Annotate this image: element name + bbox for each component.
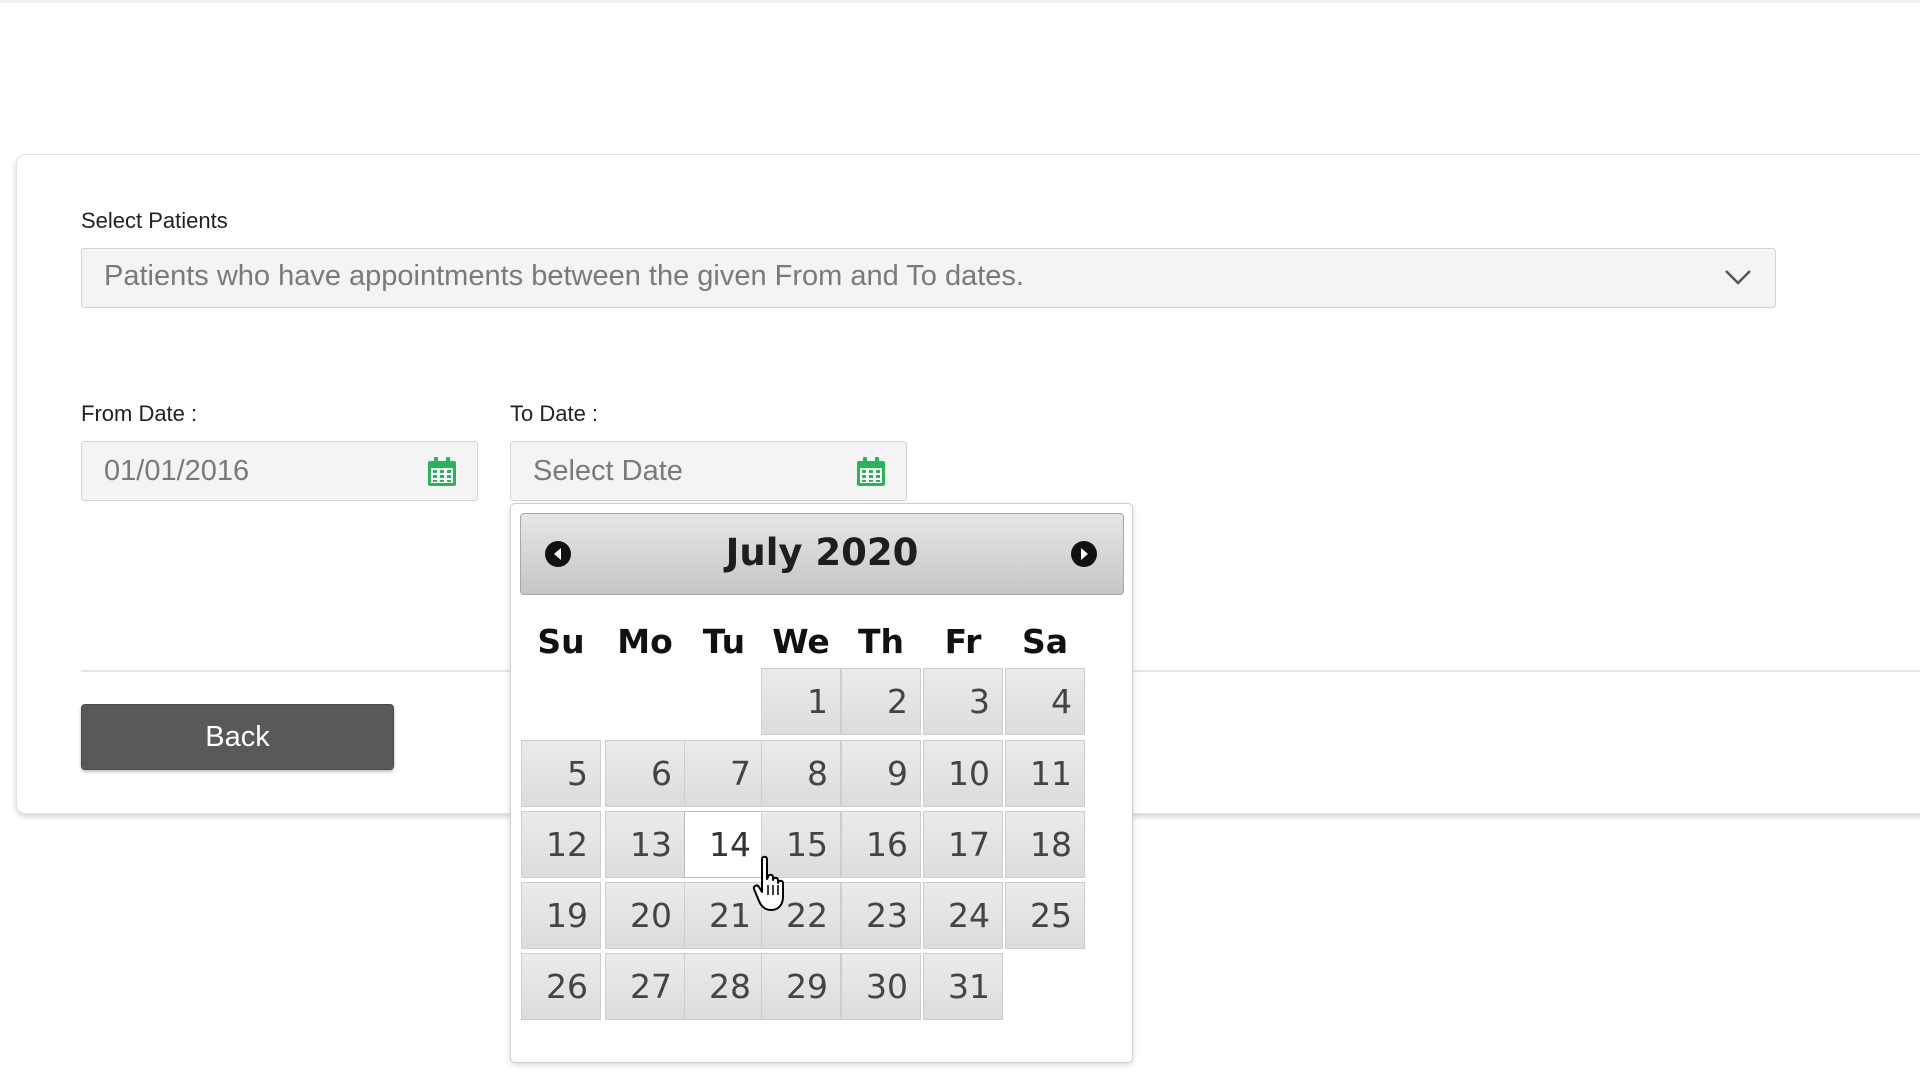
- day-cell-3[interactable]: 3: [923, 668, 1003, 735]
- datepicker-header: July 2020: [520, 513, 1124, 595]
- weekday-we: We: [772, 622, 830, 661]
- select-patients-dropdown[interactable]: Patients who have appointments between t…: [81, 248, 1776, 308]
- datepicker-popup: July 2020 Su Mo Tu We Th Fr Sa 1 2 3 4 5 6 7 8 9 10 11 12…: [510, 503, 1133, 1063]
- to-date-label: To Date :: [510, 401, 599, 426]
- day-cell-19[interactable]: 19: [521, 882, 601, 949]
- weekday-fr: Fr: [944, 622, 982, 661]
- day-cell-4[interactable]: 4: [1005, 668, 1085, 735]
- day-cell-27[interactable]: 27: [605, 953, 685, 1020]
- day-cell-26[interactable]: 26: [521, 953, 601, 1020]
- calendar-icon[interactable]: [425, 455, 459, 489]
- day-cell-9[interactable]: 9: [841, 740, 921, 807]
- day-cell-28[interactable]: 28: [684, 953, 764, 1020]
- from-date-input[interactable]: 01/01/2016: [81, 441, 478, 501]
- to-date-placeholder: Select Date: [533, 455, 683, 487]
- day-cell-15[interactable]: 15: [761, 811, 841, 878]
- to-date-input[interactable]: Select Date: [510, 441, 907, 501]
- back-button[interactable]: Back: [81, 704, 394, 770]
- day-cell-23[interactable]: 23: [841, 882, 921, 949]
- day-cell-8[interactable]: 8: [761, 740, 841, 807]
- day-cell-10[interactable]: 10: [923, 740, 1003, 807]
- select-patients-label: Select Patients: [81, 208, 228, 233]
- day-cell-5[interactable]: 5: [521, 740, 601, 807]
- select-patients-value: Patients who have appointments between t…: [104, 260, 1024, 292]
- day-cell-24[interactable]: 24: [923, 882, 1003, 949]
- day-cell-14[interactable]: 14: [684, 811, 764, 878]
- weekday-su: Su: [537, 622, 585, 661]
- next-month-button[interactable]: [1071, 541, 1097, 567]
- day-cell-12[interactable]: 12: [521, 811, 601, 878]
- day-cell-20[interactable]: 20: [605, 882, 685, 949]
- day-cell-11[interactable]: 11: [1005, 740, 1085, 807]
- weekday-sa: Sa: [1021, 622, 1069, 661]
- day-cell-29[interactable]: 29: [761, 953, 841, 1020]
- weekday-th: Th: [857, 622, 904, 661]
- day-cell-31[interactable]: 31: [923, 953, 1003, 1020]
- day-cell-17[interactable]: 17: [923, 811, 1003, 878]
- day-cell-18[interactable]: 18: [1005, 811, 1085, 878]
- day-cell-30[interactable]: 30: [841, 953, 921, 1020]
- day-cell-7[interactable]: 7: [684, 740, 764, 807]
- day-cell-1[interactable]: 1: [761, 668, 841, 735]
- from-date-value: 01/01/2016: [104, 455, 250, 487]
- datepicker-title: July 2020: [725, 531, 919, 574]
- day-cell-2[interactable]: 2: [841, 668, 921, 735]
- day-cell-13[interactable]: 13: [605, 811, 685, 878]
- day-cell-21[interactable]: 21: [684, 882, 764, 949]
- weekday-tu: Tu: [702, 622, 746, 661]
- chevron-right-circle-icon: [1081, 548, 1088, 560]
- day-cell-25[interactable]: 25: [1005, 882, 1085, 949]
- day-cell-16[interactable]: 16: [841, 811, 921, 878]
- weekday-mo: Mo: [617, 622, 673, 661]
- calendar-icon[interactable]: [854, 455, 888, 489]
- chevron-down-icon: [1725, 270, 1751, 285]
- from-date-label: From Date :: [81, 401, 198, 426]
- day-cell-22[interactable]: 22: [761, 882, 841, 949]
- top-border: [0, 0, 1920, 3]
- day-cell-6[interactable]: 6: [605, 740, 685, 807]
